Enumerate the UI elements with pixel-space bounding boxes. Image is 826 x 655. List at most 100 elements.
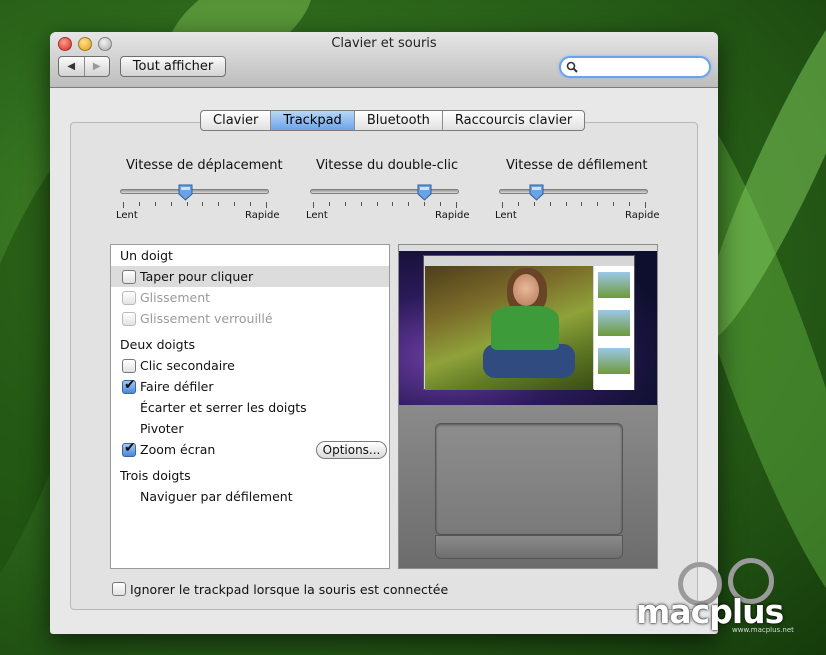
option-swipe: Naviguer par défilement xyxy=(111,486,389,507)
scrolling-speed-knob[interactable] xyxy=(529,184,544,201)
zoom-options-button[interactable]: Options... xyxy=(316,441,387,459)
trackpad-surface xyxy=(435,423,623,535)
navigation-segment: ◀ ▶ xyxy=(58,56,110,77)
slider-tick xyxy=(645,202,646,208)
slider-tick xyxy=(549,202,551,206)
tab-bar: Clavier Trackpad Bluetooth Raccourcis cl… xyxy=(200,110,586,131)
scrolling-speed-slider[interactable] xyxy=(499,189,648,194)
slider-tick xyxy=(186,202,188,206)
slider-tick xyxy=(440,202,442,206)
scroll-label: Faire défiler xyxy=(140,379,214,394)
back-arrow-icon: ◀ xyxy=(67,61,76,72)
slider-tick xyxy=(517,202,519,206)
option-pinch: Écarter et serrer les doigts xyxy=(111,397,389,418)
slider-tick xyxy=(218,202,220,206)
secondary-click-checkbox[interactable] xyxy=(122,358,136,373)
forward-arrow-icon: ▶ xyxy=(92,61,101,72)
slider-tick xyxy=(376,202,378,206)
back-button[interactable]: ◀ xyxy=(59,57,84,76)
slider-tick xyxy=(533,202,535,206)
option-tap-to-click[interactable]: Taper pour cliquer xyxy=(111,266,389,287)
tab-raccourcis-clavier[interactable]: Raccourcis clavier xyxy=(441,111,584,130)
checkmark-icon: ✔ xyxy=(124,376,136,393)
titlebar: Clavier et souris ◀ ▶ Tout afficher xyxy=(50,32,718,88)
double-click-speed-knob[interactable] xyxy=(417,184,432,201)
slider-tick xyxy=(581,202,583,206)
gesture-list: Un doigt Taper pour cliquer Glissement G… xyxy=(110,244,390,569)
tab-clavier[interactable]: Clavier xyxy=(201,111,270,130)
tracking-speed-title: Vitesse de déplacement xyxy=(126,158,283,173)
slider-tick xyxy=(154,202,156,206)
swipe-label: Naviguer par défilement xyxy=(140,489,293,504)
scroll-checkbox[interactable]: ✔ xyxy=(122,376,136,394)
macplus-logo: macplus www.macplus.net xyxy=(632,556,822,638)
preview-menubar xyxy=(399,245,657,251)
dragging-label: Glissement xyxy=(140,290,211,305)
slider-tick xyxy=(424,202,426,206)
double-click-speed-slider[interactable] xyxy=(310,189,459,194)
tab-trackpad[interactable]: Trackpad xyxy=(270,111,354,130)
slider-tick xyxy=(313,202,314,208)
show-all-button[interactable]: Tout afficher xyxy=(120,56,226,77)
tap-to-click-label: Taper pour cliquer xyxy=(140,269,254,284)
option-drag-lock: Glissement verrouillé xyxy=(111,308,389,329)
slider-tick xyxy=(170,202,172,206)
preview-app-window xyxy=(423,255,635,390)
gesture-preview xyxy=(398,244,658,569)
rotate-label: Pivoter xyxy=(140,421,184,436)
screen-zoom-label: Zoom écran xyxy=(140,442,216,457)
search-field[interactable] xyxy=(559,56,711,78)
tracking-speed-slider[interactable] xyxy=(120,189,269,194)
section-header-one-finger: Un doigt xyxy=(120,248,173,263)
trackpad-illustration xyxy=(399,405,657,568)
option-secondary-click[interactable]: Clic secondaire xyxy=(111,355,389,376)
preview-screen xyxy=(399,245,657,405)
option-dragging: Glissement xyxy=(111,287,389,308)
slider-tick xyxy=(456,202,457,208)
screen-zoom-checkbox[interactable]: ✔ xyxy=(122,439,136,457)
slider-tick xyxy=(392,202,394,206)
slider-tick xyxy=(408,202,410,206)
slider-tick xyxy=(234,202,236,206)
tracking-speed-knob[interactable] xyxy=(178,184,193,201)
slider-tick xyxy=(138,202,140,206)
tab-bluetooth[interactable]: Bluetooth xyxy=(353,111,442,130)
option-screen-zoom[interactable]: ✔ Zoom écran Options... xyxy=(111,439,389,460)
double-click-speed-max-label: Rapide xyxy=(435,210,470,221)
search-icon xyxy=(566,61,578,73)
secondary-click-label: Clic secondaire xyxy=(140,358,235,373)
preview-photo xyxy=(425,266,593,390)
slider-tick xyxy=(123,202,124,208)
slider-tick xyxy=(202,202,204,206)
slider-tick xyxy=(360,202,362,206)
slider-tick xyxy=(328,202,330,206)
slider-tick xyxy=(597,202,599,206)
double-click-speed-min-label: Lent xyxy=(306,210,328,221)
trackpad-button xyxy=(435,535,623,559)
slider-tick xyxy=(250,202,252,206)
slider-tick xyxy=(629,202,631,206)
preferences-window: Clavier et souris ◀ ▶ Tout afficher Clav… xyxy=(50,32,718,634)
option-rotate: Pivoter xyxy=(111,418,389,439)
option-scroll[interactable]: ✔ Faire défiler xyxy=(111,376,389,397)
dragging-checkbox xyxy=(122,290,136,305)
window-title: Clavier et souris xyxy=(331,36,437,51)
slider-tick xyxy=(266,202,267,208)
tap-to-click-checkbox[interactable] xyxy=(122,269,136,284)
slider-tick xyxy=(502,202,503,208)
slider-tick xyxy=(565,202,567,206)
preview-thumbnails xyxy=(594,266,634,390)
double-click-speed-title: Vitesse du double-clic xyxy=(316,158,459,173)
forward-button[interactable]: ▶ xyxy=(83,57,110,76)
slider-tick xyxy=(613,202,615,206)
ignore-trackpad-checkbox[interactable] xyxy=(112,582,126,596)
tracking-speed-min-label: Lent xyxy=(116,210,138,221)
logo-url: www.macplus.net xyxy=(732,626,794,634)
scrolling-speed-title: Vitesse de défilement xyxy=(506,158,648,173)
scrolling-speed-max-label: Rapide xyxy=(625,210,660,221)
checkmark-icon: ✔ xyxy=(124,439,136,456)
slider-tick xyxy=(344,202,346,206)
tracking-speed-max-label: Rapide xyxy=(245,210,280,221)
drag-lock-checkbox xyxy=(122,311,136,326)
section-header-three-fingers: Trois doigts xyxy=(120,468,191,483)
